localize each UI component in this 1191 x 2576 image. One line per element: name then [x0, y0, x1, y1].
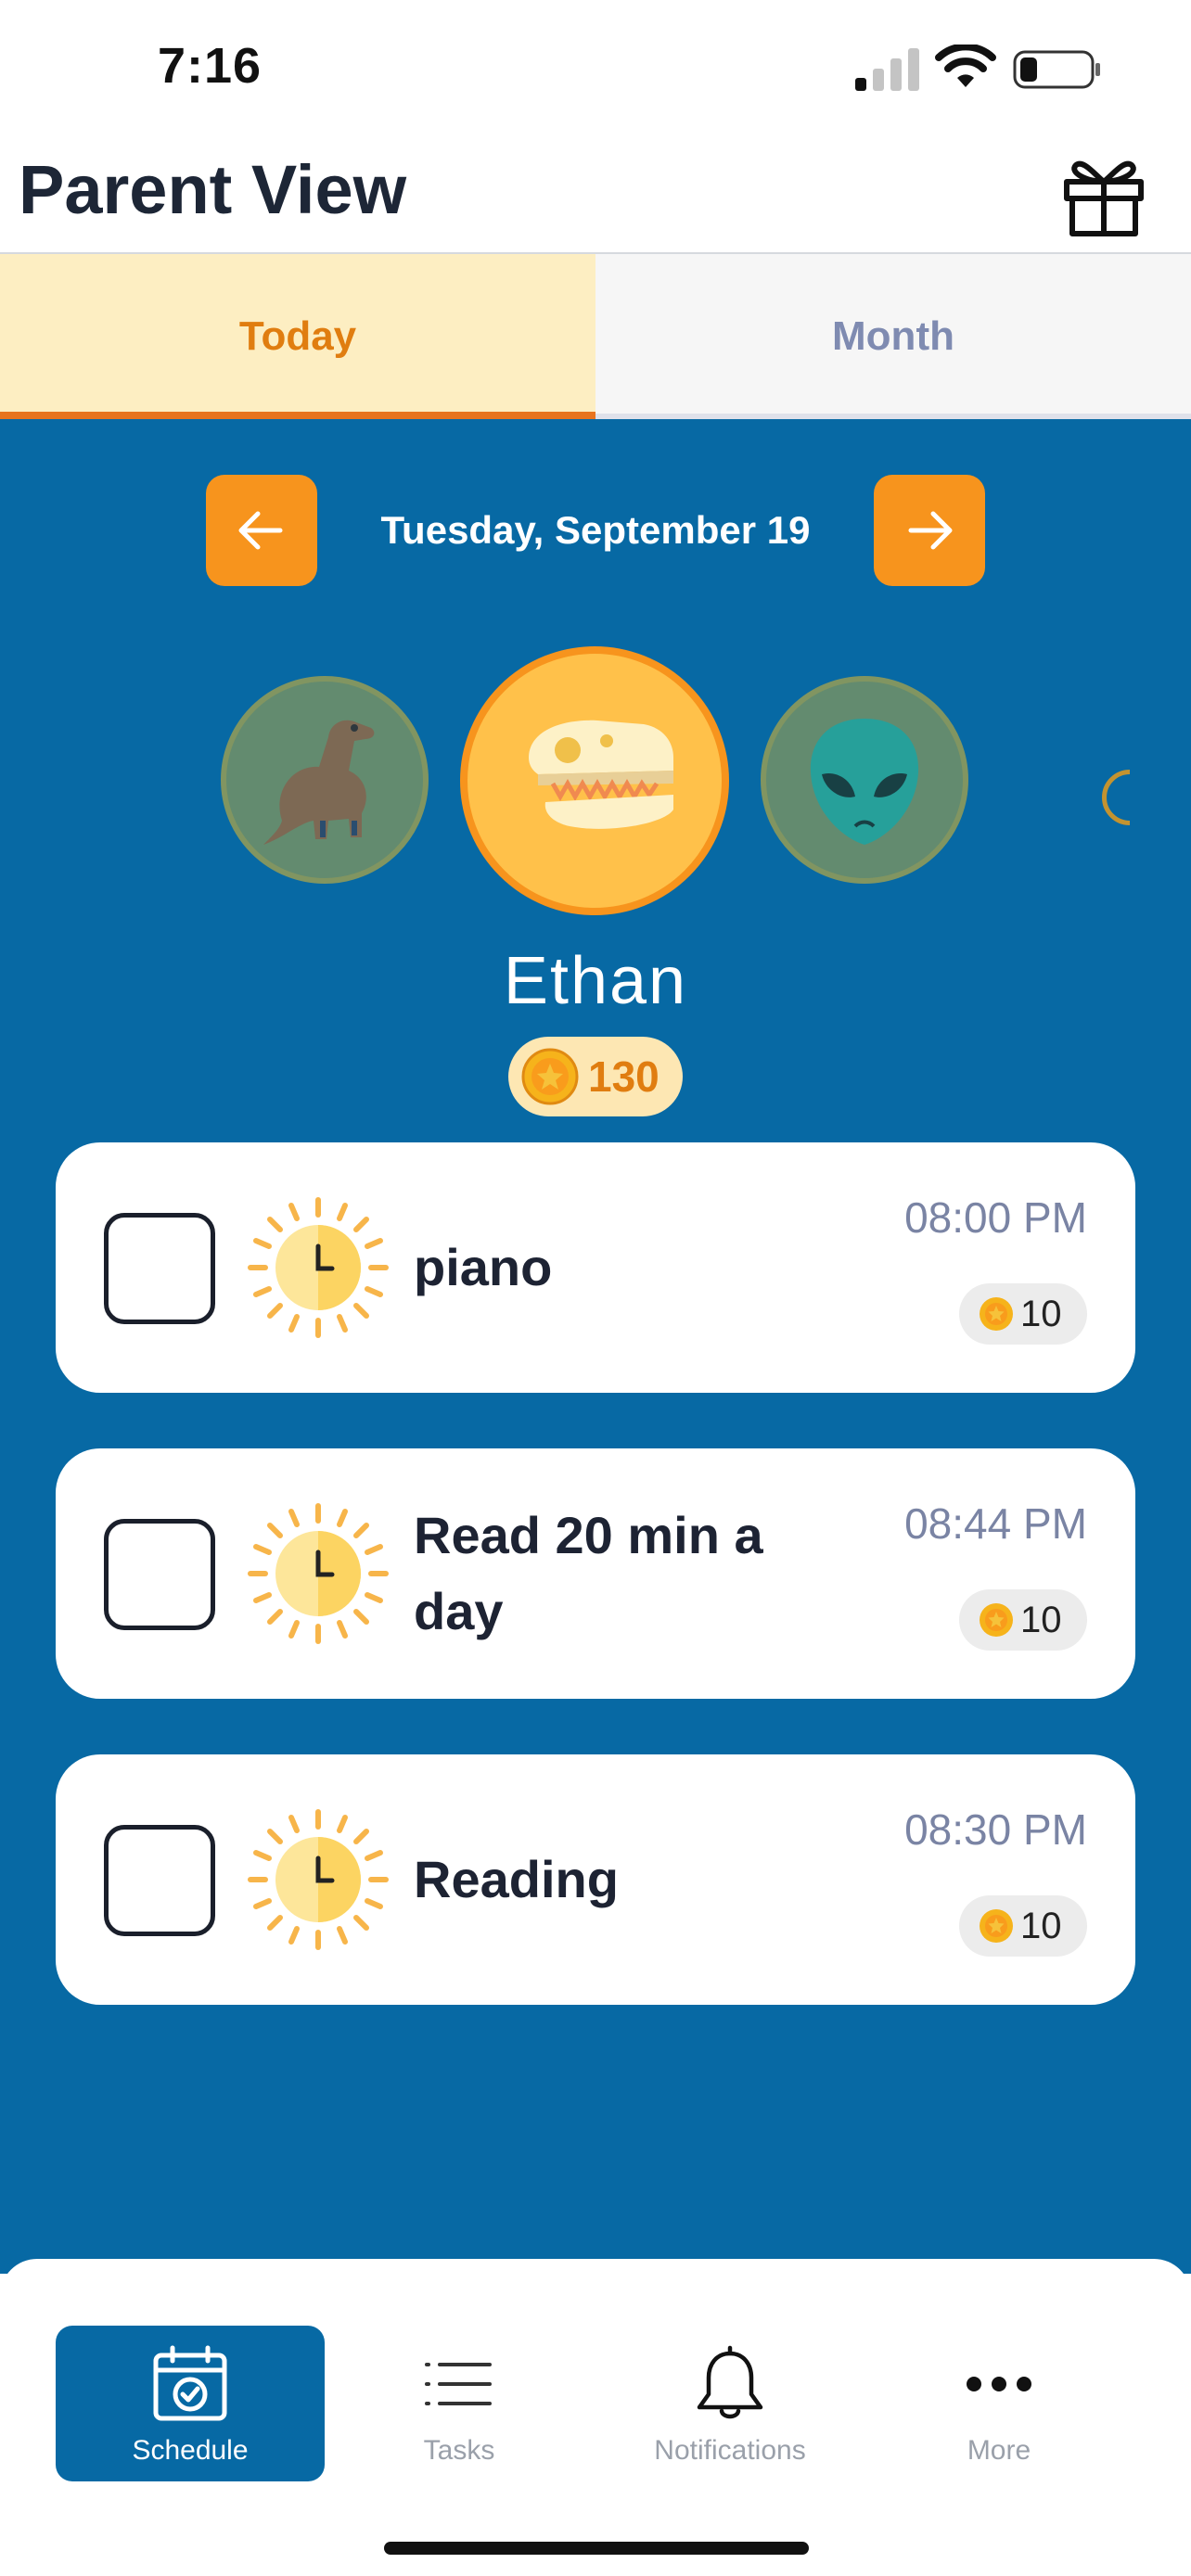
schedule-panel: Tuesday, September 19 Ethan 130 piano 08… [0, 419, 1191, 2274]
app-header: Parent View [0, 130, 1191, 254]
status-bar: 7:16 [0, 0, 1191, 130]
nav-label: Schedule [132, 2435, 249, 2466]
nav-schedule[interactable]: Schedule [56, 2326, 325, 2481]
task-coin-amount: 10 [1020, 1599, 1062, 1640]
status-time: 7:16 [158, 38, 263, 94]
coin-icon [980, 1297, 1013, 1331]
task-coin-reward: 10 [959, 1589, 1087, 1651]
wifi-icon [935, 45, 996, 87]
task-title: Reading [414, 1850, 619, 1908]
task-time: 08:00 PM [904, 1193, 1087, 1242]
nav-label: Tasks [423, 2435, 495, 2466]
child-avatar-carousel [0, 646, 1191, 915]
date-navigator: Tuesday, September 19 [0, 475, 1191, 586]
nav-more[interactable]: More [864, 2326, 1133, 2481]
child-name: Ethan [503, 944, 688, 1018]
nav-notifications[interactable]: Notifications [596, 2326, 864, 2481]
coin-icon [521, 1048, 579, 1105]
nav-label: More [967, 2435, 1031, 2466]
task-coin-reward: 10 [959, 1283, 1087, 1345]
bell-icon [697, 2345, 763, 2419]
task-coin-amount: 10 [1020, 1905, 1062, 1946]
child-coin-balance: 130 [508, 1037, 683, 1116]
child-avatar-alien[interactable] [761, 676, 968, 884]
coin-icon [980, 1909, 1013, 1943]
arrow-right-icon [908, 511, 953, 550]
task-card[interactable]: Read 20 min a day 08:44 PM 10 [56, 1448, 1135, 1699]
coin-icon [980, 1603, 1013, 1637]
task-card[interactable]: Reading 08:30 PM 10 [56, 1754, 1135, 2005]
task-card[interactable]: piano 08:00 PM 10 [56, 1142, 1135, 1393]
nav-label: Notifications [654, 2435, 806, 2466]
view-tabs: Today Month [0, 254, 1191, 419]
next-day-button[interactable] [874, 475, 985, 586]
sun-clock-icon [248, 1809, 389, 1950]
sun-clock-icon [248, 1503, 389, 1644]
child-avatar-dino-skull[interactable] [460, 646, 729, 915]
page-title: Parent View [19, 151, 407, 228]
list-icon [425, 2363, 492, 2405]
task-coin-reward: 10 [959, 1895, 1087, 1957]
nav-tasks[interactable]: Tasks [325, 2326, 594, 2481]
coin-total: 130 [588, 1052, 660, 1101]
tab-today[interactable]: Today [0, 254, 596, 419]
task-checkbox[interactable] [104, 1519, 215, 1630]
arrow-left-icon [238, 511, 283, 550]
home-indicator [384, 2542, 809, 2555]
gift-icon[interactable] [1059, 150, 1148, 239]
battery-icon [1013, 50, 1100, 89]
task-time: 08:44 PM [904, 1499, 1087, 1548]
task-checkbox[interactable] [104, 1213, 215, 1324]
calendar-check-icon [153, 2345, 227, 2421]
task-coin-amount: 10 [1020, 1293, 1062, 1334]
task-title: piano [414, 1238, 553, 1296]
task-time: 08:30 PM [904, 1805, 1087, 1854]
task-checkbox[interactable] [104, 1825, 215, 1936]
current-date: Tuesday, September 19 [380, 508, 811, 552]
dinosaur-icon [263, 720, 375, 845]
task-title: Read 20 min a day [414, 1506, 763, 1640]
add-child-icon[interactable] [1102, 770, 1130, 825]
bottom-navigation: Schedule Tasks Notifications More [0, 2259, 1191, 2576]
more-dots-icon [967, 2377, 1031, 2391]
cellular-signal-icon [855, 48, 919, 91]
dinosaur-skull-icon [529, 720, 673, 829]
child-avatar-dinosaur[interactable] [221, 676, 429, 884]
previous-day-button[interactable] [206, 475, 317, 586]
tab-month[interactable]: Month [596, 254, 1191, 419]
sun-clock-icon [248, 1197, 389, 1338]
alien-icon [810, 719, 919, 845]
